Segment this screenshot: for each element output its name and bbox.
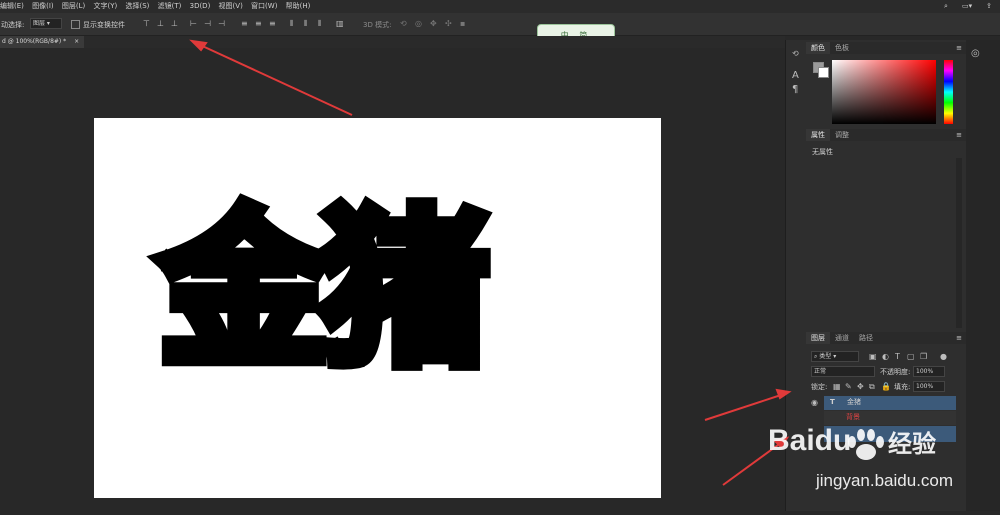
arrow-head [189, 39, 208, 52]
baidu-watermark: Baidu 经验 jingyan.baidu.com [760, 420, 1000, 511]
watermark-brand-cn: 经验 [888, 430, 936, 458]
watermark-url: jingyan.baidu.com [815, 471, 953, 490]
arrow-head [775, 388, 792, 400]
paw-icon [848, 429, 884, 460]
arrow-line [197, 43, 353, 116]
watermark-brand: Baidu [768, 424, 851, 457]
baidu-logo: Baidu 经验 jingyan.baidu.com [768, 424, 953, 490]
arrow-line [704, 393, 785, 421]
